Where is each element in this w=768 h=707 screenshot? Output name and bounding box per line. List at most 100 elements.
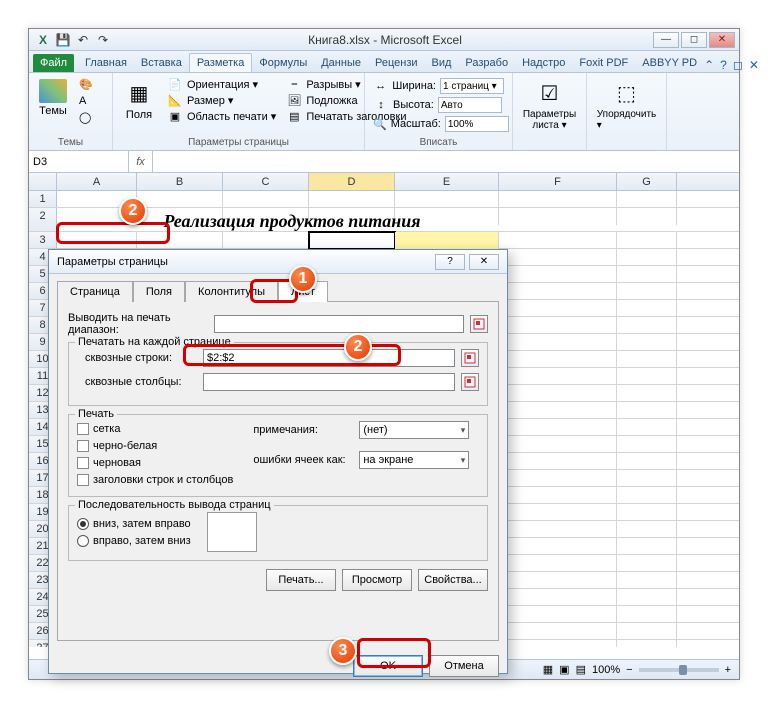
cell[interactable] (395, 232, 499, 249)
dialog-help-button[interactable]: ? (435, 254, 465, 270)
theme-effects-icon[interactable]: ◯ (77, 110, 95, 125)
minimize-button[interactable]: — (653, 32, 679, 48)
theme-fonts-icon[interactable]: A (77, 94, 95, 108)
print-range-input[interactable] (214, 315, 464, 333)
cell[interactable] (499, 368, 617, 385)
repeat-cols-input[interactable] (203, 373, 455, 391)
cell[interactable] (499, 334, 617, 351)
tab-foxit[interactable]: Foxit PDF (572, 54, 635, 72)
cell[interactable] (499, 572, 617, 589)
chk-blackwhite[interactable]: черно-белая (77, 440, 233, 452)
tab-file[interactable]: Файл (33, 54, 74, 72)
window-close-icon[interactable]: ✕ (749, 58, 759, 72)
cell[interactable] (499, 317, 617, 334)
height-input[interactable] (438, 97, 502, 113)
cell[interactable] (137, 232, 223, 249)
cell[interactable] (617, 555, 677, 572)
cell[interactable] (617, 589, 677, 606)
row-header[interactable]: 1 (29, 191, 57, 207)
orientation-button[interactable]: 📄Ориентация ▾ (165, 77, 278, 92)
redo-icon[interactable]: ↷ (95, 32, 111, 48)
tab-formulas[interactable]: Формулы (252, 54, 314, 72)
tab-insert[interactable]: Вставка (134, 54, 189, 72)
radio-down-over[interactable]: вниз, затем вправо (77, 518, 191, 530)
range-select-icon[interactable] (461, 349, 479, 367)
cell[interactable] (617, 436, 677, 453)
cell[interactable] (617, 232, 677, 249)
cell[interactable] (617, 623, 677, 640)
zoom-slider[interactable] (639, 668, 719, 672)
name-box[interactable] (29, 151, 129, 172)
cell[interactable] (223, 232, 309, 249)
chk-headings[interactable]: заголовки строк и столбцов (77, 474, 233, 486)
cell[interactable] (617, 640, 677, 647)
dialog-tab-headerfooter[interactable]: Колонтитулы (185, 281, 278, 302)
cell[interactable] (499, 589, 617, 606)
radio-over-down[interactable]: вправо, затем вниз (77, 535, 191, 547)
col-header[interactable]: B (137, 173, 223, 190)
range-select-icon[interactable] (461, 373, 479, 391)
cell[interactable] (499, 623, 617, 640)
cell[interactable] (617, 368, 677, 385)
cell[interactable] (499, 521, 617, 538)
theme-colors-icon[interactable]: 🎨 (77, 77, 95, 92)
col-header[interactable]: G (617, 173, 677, 190)
margins-button[interactable]: ▦Поля (119, 77, 159, 124)
range-select-icon[interactable] (470, 315, 488, 333)
col-header[interactable]: D (309, 173, 395, 190)
help-icon[interactable]: ? (720, 58, 727, 72)
cell[interactable] (617, 487, 677, 504)
cell[interactable] (499, 487, 617, 504)
dialog-close-button[interactable]: ✕ (469, 254, 499, 270)
dialog-tab-page[interactable]: Страница (57, 281, 133, 302)
fx-button[interactable]: fx (129, 151, 153, 172)
cell[interactable] (309, 232, 395, 249)
maximize-button[interactable]: ◻ (681, 32, 707, 48)
cell[interactable] (499, 283, 617, 300)
tab-data[interactable]: Данные (314, 54, 368, 72)
cell[interactable] (617, 385, 677, 402)
cell[interactable] (617, 249, 677, 266)
ok-button[interactable]: OK (353, 655, 423, 677)
themes-button[interactable]: Темы (35, 77, 71, 125)
cell[interactable] (309, 191, 395, 208)
print-area-button[interactable]: ▣Область печати ▾ (165, 109, 278, 124)
cell[interactable] (499, 419, 617, 436)
view-layout-icon[interactable]: ▣ (559, 663, 569, 676)
cell[interactable] (617, 266, 677, 283)
zoom-level[interactable]: 100% (592, 664, 620, 676)
cell[interactable] (617, 572, 677, 589)
cell[interactable] (395, 191, 499, 208)
tab-page-layout[interactable]: Разметка (189, 53, 253, 72)
cell[interactable] (499, 640, 617, 647)
cell[interactable] (223, 191, 309, 208)
cell[interactable] (617, 317, 677, 334)
cell[interactable] (617, 208, 677, 225)
col-header[interactable]: C (223, 173, 309, 190)
cell[interactable] (617, 334, 677, 351)
undo-icon[interactable]: ↶ (75, 32, 91, 48)
cell[interactable] (617, 300, 677, 317)
view-normal-icon[interactable]: ▦ (543, 663, 553, 676)
row-header[interactable]: 3 (29, 232, 57, 248)
minimize-ribbon-icon[interactable]: ⌃ (704, 58, 714, 72)
cell[interactable] (617, 283, 677, 300)
cell[interactable] (499, 232, 617, 249)
comments-dropdown[interactable]: (нет) (359, 421, 469, 439)
col-header[interactable]: E (395, 173, 499, 190)
width-input[interactable] (440, 78, 504, 94)
col-header[interactable]: A (57, 173, 137, 190)
formula-input[interactable] (153, 151, 739, 172)
cell[interactable] (617, 351, 677, 368)
chk-draft[interactable]: черновая (77, 457, 233, 469)
repeat-rows-input[interactable] (203, 349, 455, 367)
tab-review[interactable]: Рецензи (368, 54, 425, 72)
cell[interactable] (499, 538, 617, 555)
tab-addins[interactable]: Надстро (515, 54, 572, 72)
window-restore-icon[interactable]: ◻ (733, 58, 743, 72)
tab-view[interactable]: Вид (425, 54, 459, 72)
cell[interactable] (499, 606, 617, 623)
cell[interactable] (499, 470, 617, 487)
arrange-button[interactable]: ⬚Упорядочить ▾ (593, 77, 660, 133)
cell[interactable] (617, 521, 677, 538)
